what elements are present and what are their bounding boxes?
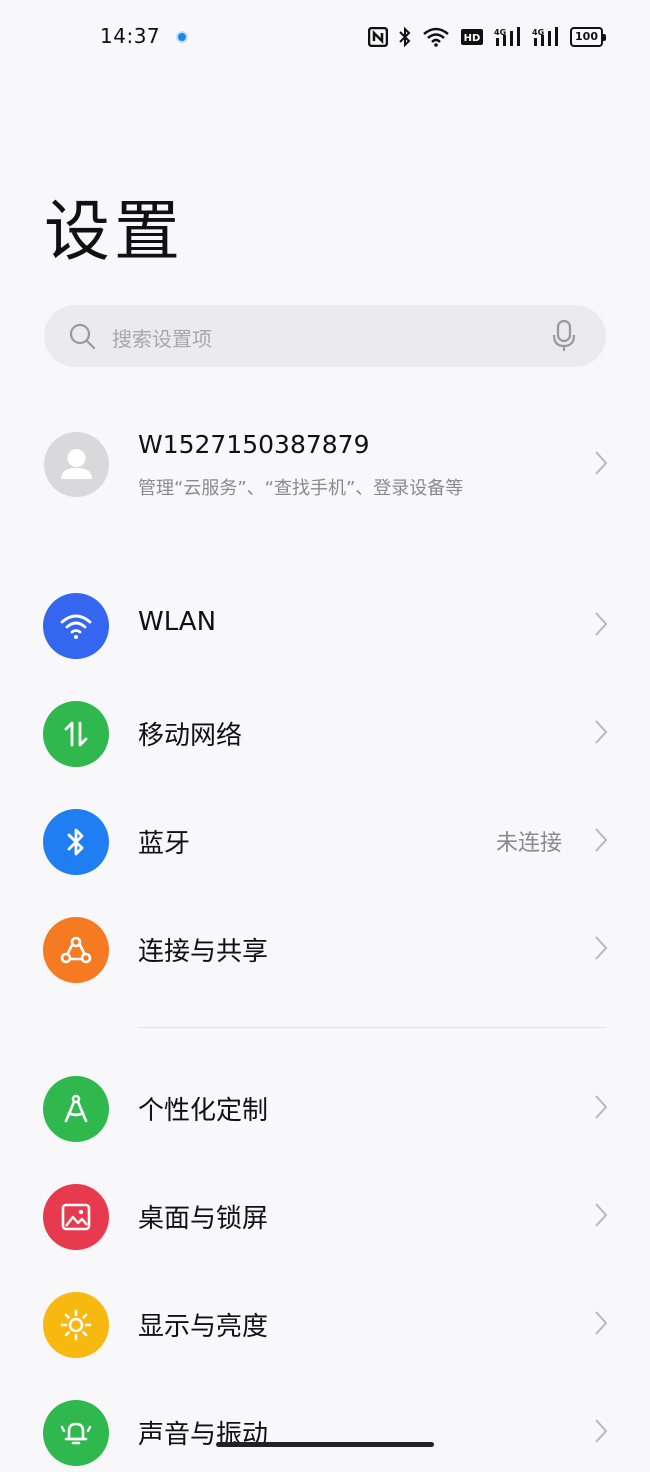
- user-icon: [61, 449, 92, 479]
- chevron-right-icon: [595, 1419, 608, 1443]
- signal-icon: 4G: [494, 27, 521, 46]
- page-title: 设置: [44, 193, 184, 270]
- avatar: [44, 432, 109, 497]
- settings-item-label: 桌面与锁屏: [138, 1204, 269, 1234]
- bluetooth-icon: [399, 26, 411, 48]
- section-divider: [138, 1027, 606, 1028]
- chevron-right-icon: [595, 1203, 608, 1227]
- svg-text:HD: HD: [464, 33, 481, 44]
- wifi-icon: [43, 593, 109, 659]
- search-bar[interactable]: 搜索设置项: [44, 305, 606, 367]
- settings-item-label: 移动网络: [138, 721, 243, 751]
- status-bar: 14:37 HD 4G 4G 100: [0, 0, 650, 75]
- account-row[interactable]: W1527150387879 管理“云服务”、“查找手机”、登录设备等: [0, 420, 650, 510]
- personalize-icon: [43, 1076, 109, 1142]
- share-icon: [43, 917, 109, 983]
- settings-item-label: 显示与亮度: [138, 1312, 269, 1342]
- brightness-icon: [43, 1292, 109, 1358]
- chevron-right-icon: [595, 720, 608, 744]
- settings-item-mobile-network[interactable]: 移动网络: [0, 693, 650, 773]
- sound-icon: [43, 1400, 109, 1466]
- settings-item-personalization[interactable]: 个性化定制: [0, 1068, 650, 1148]
- settings-item-bluetooth[interactable]: 蓝牙 未连接: [0, 801, 650, 881]
- chevron-right-icon: [595, 451, 608, 475]
- settings-item-wlan[interactable]: WLAN: [0, 585, 650, 665]
- wallpaper-icon: [43, 1184, 109, 1250]
- chevron-right-icon: [595, 1311, 608, 1335]
- settings-item-label: WLAN: [138, 607, 217, 637]
- settings-item-label: 蓝牙: [138, 829, 191, 859]
- mobile-data-icon: [43, 701, 109, 767]
- signal-icon: 4G: [532, 27, 559, 46]
- chevron-right-icon: [595, 828, 608, 852]
- battery-icon: 100: [570, 27, 606, 47]
- chevron-right-icon: [595, 936, 608, 960]
- settings-item-desktop-lockscreen[interactable]: 桌面与锁屏: [0, 1176, 650, 1256]
- search-icon: [69, 323, 96, 350]
- account-subtitle: 管理“云服务”、“查找手机”、登录设备等: [138, 478, 464, 499]
- settings-item-value: 未连接: [495, 831, 562, 856]
- chevron-right-icon: [595, 612, 608, 636]
- settings-item-sound-vibration[interactable]: 声音与振动: [0, 1392, 650, 1472]
- notification-dot-icon: [176, 31, 188, 43]
- battery-level: 100: [570, 27, 603, 47]
- settings-item-display-brightness[interactable]: 显示与亮度: [0, 1284, 650, 1364]
- settings-item-label: 连接与共享: [138, 937, 269, 967]
- status-time: 14:37: [100, 24, 161, 48]
- wifi-icon: [423, 27, 449, 47]
- search-placeholder: 搜索设置项: [112, 327, 212, 351]
- chevron-right-icon: [595, 1095, 608, 1119]
- settings-item-connection-sharing[interactable]: 连接与共享: [0, 909, 650, 989]
- home-indicator[interactable]: [216, 1442, 434, 1447]
- status-icons: HD 4G 4G 100: [368, 24, 606, 50]
- settings-item-label: 个性化定制: [138, 1096, 269, 1126]
- bluetooth-icon: [43, 809, 109, 875]
- nfc-icon: [368, 27, 389, 47]
- hd-icon: HD: [461, 29, 484, 45]
- microphone-icon[interactable]: [552, 319, 576, 353]
- account-name: W1527150387879: [138, 430, 370, 459]
